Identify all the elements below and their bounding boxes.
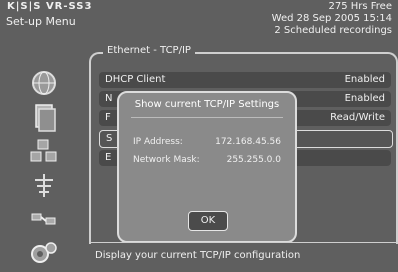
ip-label: IP Address: [133, 137, 183, 147]
ok-button[interactable]: OK [188, 211, 228, 231]
row-dhcp-client[interactable]: DHCP Client Enabled [99, 72, 391, 88]
row-value: Enabled [344, 93, 385, 104]
gears-icon[interactable] [26, 238, 62, 268]
ip-value: 172.168.45.56 [215, 137, 281, 147]
row-label: N [105, 93, 113, 104]
hrs-free: 275 Hrs Free [328, 1, 392, 12]
status-area: 275 Hrs Free Wed 28 Sep 2005 15:14 2 Sch… [272, 1, 392, 37]
help-text: Display your current TCP/IP configuratio… [95, 250, 301, 261]
antenna-icon[interactable] [26, 170, 62, 200]
row-label: DHCP Client [105, 74, 166, 85]
scheduled-recordings: 2 Scheduled recordings [274, 25, 392, 36]
row-label: F [105, 112, 111, 123]
datetime: Wed 28 Sep 2005 15:14 [271, 13, 392, 24]
row-value: Enabled [344, 74, 385, 85]
panel-title: Ethernet - TCP/IP [103, 45, 195, 56]
mask-label: Network Mask: [133, 155, 200, 165]
row-label: E [105, 152, 112, 163]
link-icon[interactable] [26, 204, 62, 234]
dialog-title: Show current TCP/IP Settings [134, 99, 280, 110]
header: K|S|S VR-SS3 Set-up Menu 275 Hrs Free We… [0, 0, 398, 44]
sidebar [0, 44, 90, 271]
menu-title: Set-up Menu [6, 15, 76, 28]
dialog-divider [131, 117, 283, 118]
footer: Display your current TCP/IP configuratio… [89, 242, 398, 272]
row-label: S [106, 133, 113, 144]
mask-value: 255.255.0.0 [226, 155, 281, 165]
row-value: Read/Write [330, 112, 385, 123]
network-icon[interactable] [26, 136, 62, 166]
brand-logo: K|S|S VR-SS3 [7, 1, 93, 12]
tcpip-settings-dialog: Show current TCP/IP Settings IP Address:… [117, 91, 297, 243]
document-icon[interactable] [26, 102, 62, 132]
globe-icon[interactable] [26, 68, 62, 98]
